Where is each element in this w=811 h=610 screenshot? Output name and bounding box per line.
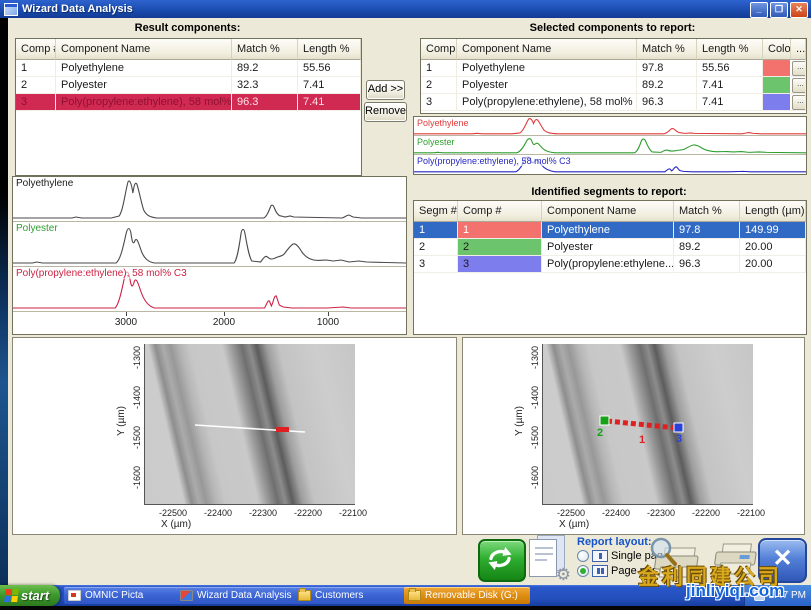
omnic-picta-icon bbox=[68, 590, 81, 601]
taskbar-item-omnic-picta[interactable]: OMNIC Picta bbox=[64, 587, 178, 604]
identified-segments-table: Segm # Comp # Component Name Match % Len… bbox=[413, 200, 807, 335]
folder-icon bbox=[408, 590, 421, 601]
wizard-data-analysis-window: Wizard Data Analysis _ ❐ ✕ Result compon… bbox=[0, 0, 811, 610]
micrograph-image bbox=[144, 344, 355, 505]
table-row[interactable]: 1 Polyethylene 97.8 55.56 ... bbox=[421, 60, 806, 77]
spectrum-polyester: Polyester bbox=[13, 222, 406, 267]
minimize-button[interactable]: _ bbox=[750, 2, 768, 18]
table-row[interactable]: 2 Polyester 89.2 7.41 ... bbox=[421, 77, 806, 94]
x-axis-label: X (µm) bbox=[559, 519, 589, 530]
comp-color-cell: 3 bbox=[458, 256, 542, 273]
table-row[interactable]: 3 3 Poly(propylene:ethylene... 96.3 20.0… bbox=[414, 256, 806, 273]
table-row[interactable]: 1 Polyethylene 89.2 55.56 bbox=[16, 60, 361, 77]
table-row[interactable]: 3 Poly(propylene:ethylene), 58 mol% C3 9… bbox=[421, 94, 806, 111]
window-title: Wizard Data Analysis bbox=[22, 3, 133, 15]
spectrum-ppe: Poly(propylene:ethylene), 58 mol% C3 bbox=[414, 155, 806, 173]
wizard-icon bbox=[180, 590, 193, 601]
radio-icon[interactable] bbox=[577, 550, 589, 562]
segment-marker-3: 3 bbox=[676, 433, 682, 445]
taskbar-item-customers[interactable]: Customers bbox=[294, 587, 406, 604]
folder-icon bbox=[298, 590, 311, 601]
micrograph-panel-right: 2 1 3 -1300 -1400 -1500 -1600 Y (µm) -22… bbox=[462, 337, 805, 535]
y-axis-label: Y (µm) bbox=[514, 406, 525, 436]
comp-color-cell: 1 bbox=[458, 222, 542, 239]
screen-bottom-edge bbox=[0, 606, 811, 610]
spectrum-line bbox=[13, 222, 406, 266]
remove-button[interactable]: Remove bbox=[364, 102, 407, 122]
col-comp[interactable]: Comp # bbox=[16, 39, 56, 60]
spectrum-polyethylene: Polyethylene bbox=[414, 117, 806, 136]
table-row-selected[interactable]: 3 Poly(propylene:ethylene), 58 mol% C3 9… bbox=[16, 94, 361, 111]
start-button[interactable]: start bbox=[0, 585, 60, 606]
multi-page-icon bbox=[592, 565, 608, 577]
segment-marker-1: 1 bbox=[639, 434, 645, 446]
selected-components-spectra-preview: Polyethylene Polyester Poly(propylene:et… bbox=[413, 116, 807, 175]
wavenumber-axis: 3000 2000 1000 bbox=[13, 312, 406, 334]
result-spectra-panel: Polyethylene Polyester Poly(propylene:et… bbox=[12, 176, 407, 335]
measure-line-overlay bbox=[145, 344, 355, 504]
segment-marker-2: 2 bbox=[597, 427, 603, 439]
result-components-table: Comp # Component Name Match % Length % 1… bbox=[15, 38, 362, 176]
table-row-selected[interactable]: 1 1 Polyethylene 97.8 149.99 bbox=[414, 222, 806, 239]
table-header: Comp # Component Name Match % Length % bbox=[16, 39, 361, 60]
segments-overlay bbox=[543, 344, 753, 504]
result-components-title: Result components: bbox=[15, 22, 360, 34]
add-button[interactable]: Add >> bbox=[366, 80, 405, 100]
micrograph-image: 2 1 3 bbox=[542, 344, 753, 505]
close-button[interactable]: ✕ bbox=[790, 2, 808, 18]
spectrum-ppe: Poly(propylene:ethylene), 58 mol% C3 bbox=[13, 267, 406, 312]
color-swatch bbox=[763, 77, 791, 94]
taskbar-item-removable-disk[interactable]: Removable Disk (G:) bbox=[404, 587, 530, 604]
radio-icon-selected[interactable] bbox=[577, 565, 589, 577]
color-swatch bbox=[763, 60, 791, 77]
window-titlebar: Wizard Data Analysis _ ❐ ✕ bbox=[0, 0, 811, 18]
y-axis-label: Y (µm) bbox=[116, 406, 127, 436]
x-axis-label: X (µm) bbox=[161, 519, 191, 530]
refresh-button[interactable] bbox=[478, 539, 526, 582]
table-header: Segm # Comp # Component Name Match % Len… bbox=[414, 201, 806, 222]
color-picker-button[interactable]: ... bbox=[792, 78, 806, 93]
sync-arrows-icon bbox=[482, 543, 518, 574]
color-swatch bbox=[763, 94, 791, 111]
table-header: Comp # Component Name Match % Length % C… bbox=[421, 39, 806, 60]
restore-button[interactable]: ❐ bbox=[770, 2, 788, 18]
micrograph-panel-left: -1300 -1400 -1500 -1600 Y (µm) -22500 -2… bbox=[12, 337, 457, 535]
taskbar-item-wizard-data-analysis[interactable]: Wizard Data Analysis bbox=[176, 587, 296, 604]
selected-components-table: Comp # Component Name Match % Length % C… bbox=[420, 38, 807, 114]
app-icon bbox=[4, 3, 18, 16]
gear-icon: ⚙ bbox=[556, 565, 571, 585]
spectrum-line bbox=[414, 117, 806, 135]
col-name[interactable]: Component Name bbox=[56, 39, 232, 60]
comp-color-cell: 2 bbox=[458, 239, 542, 256]
identified-segments-title: Identified segments to report: bbox=[413, 186, 805, 198]
single-page-icon bbox=[592, 550, 608, 562]
col-length[interactable]: Length % bbox=[298, 39, 361, 60]
report-document-icon[interactable]: ⚙ bbox=[527, 535, 569, 581]
desktop-background-strip bbox=[0, 18, 8, 606]
spectrum-line bbox=[414, 136, 806, 154]
windows-logo-icon bbox=[4, 589, 19, 602]
table-row[interactable]: 2 2 Polyester 89.2 20.00 bbox=[414, 239, 806, 256]
spectrum-polyethylene: Polyethylene bbox=[13, 177, 406, 222]
watermark-url: jinliyiqi.com bbox=[686, 581, 784, 601]
spectrum-polyester: Polyester bbox=[414, 136, 806, 155]
col-match[interactable]: Match % bbox=[232, 39, 298, 60]
selected-components-title: Selected components to report: bbox=[420, 22, 805, 34]
table-row[interactable]: 2 Polyester 32.3 7.41 bbox=[16, 77, 361, 94]
color-picker-button[interactable]: ... bbox=[792, 61, 806, 76]
color-picker-button[interactable]: ... bbox=[792, 95, 806, 110]
